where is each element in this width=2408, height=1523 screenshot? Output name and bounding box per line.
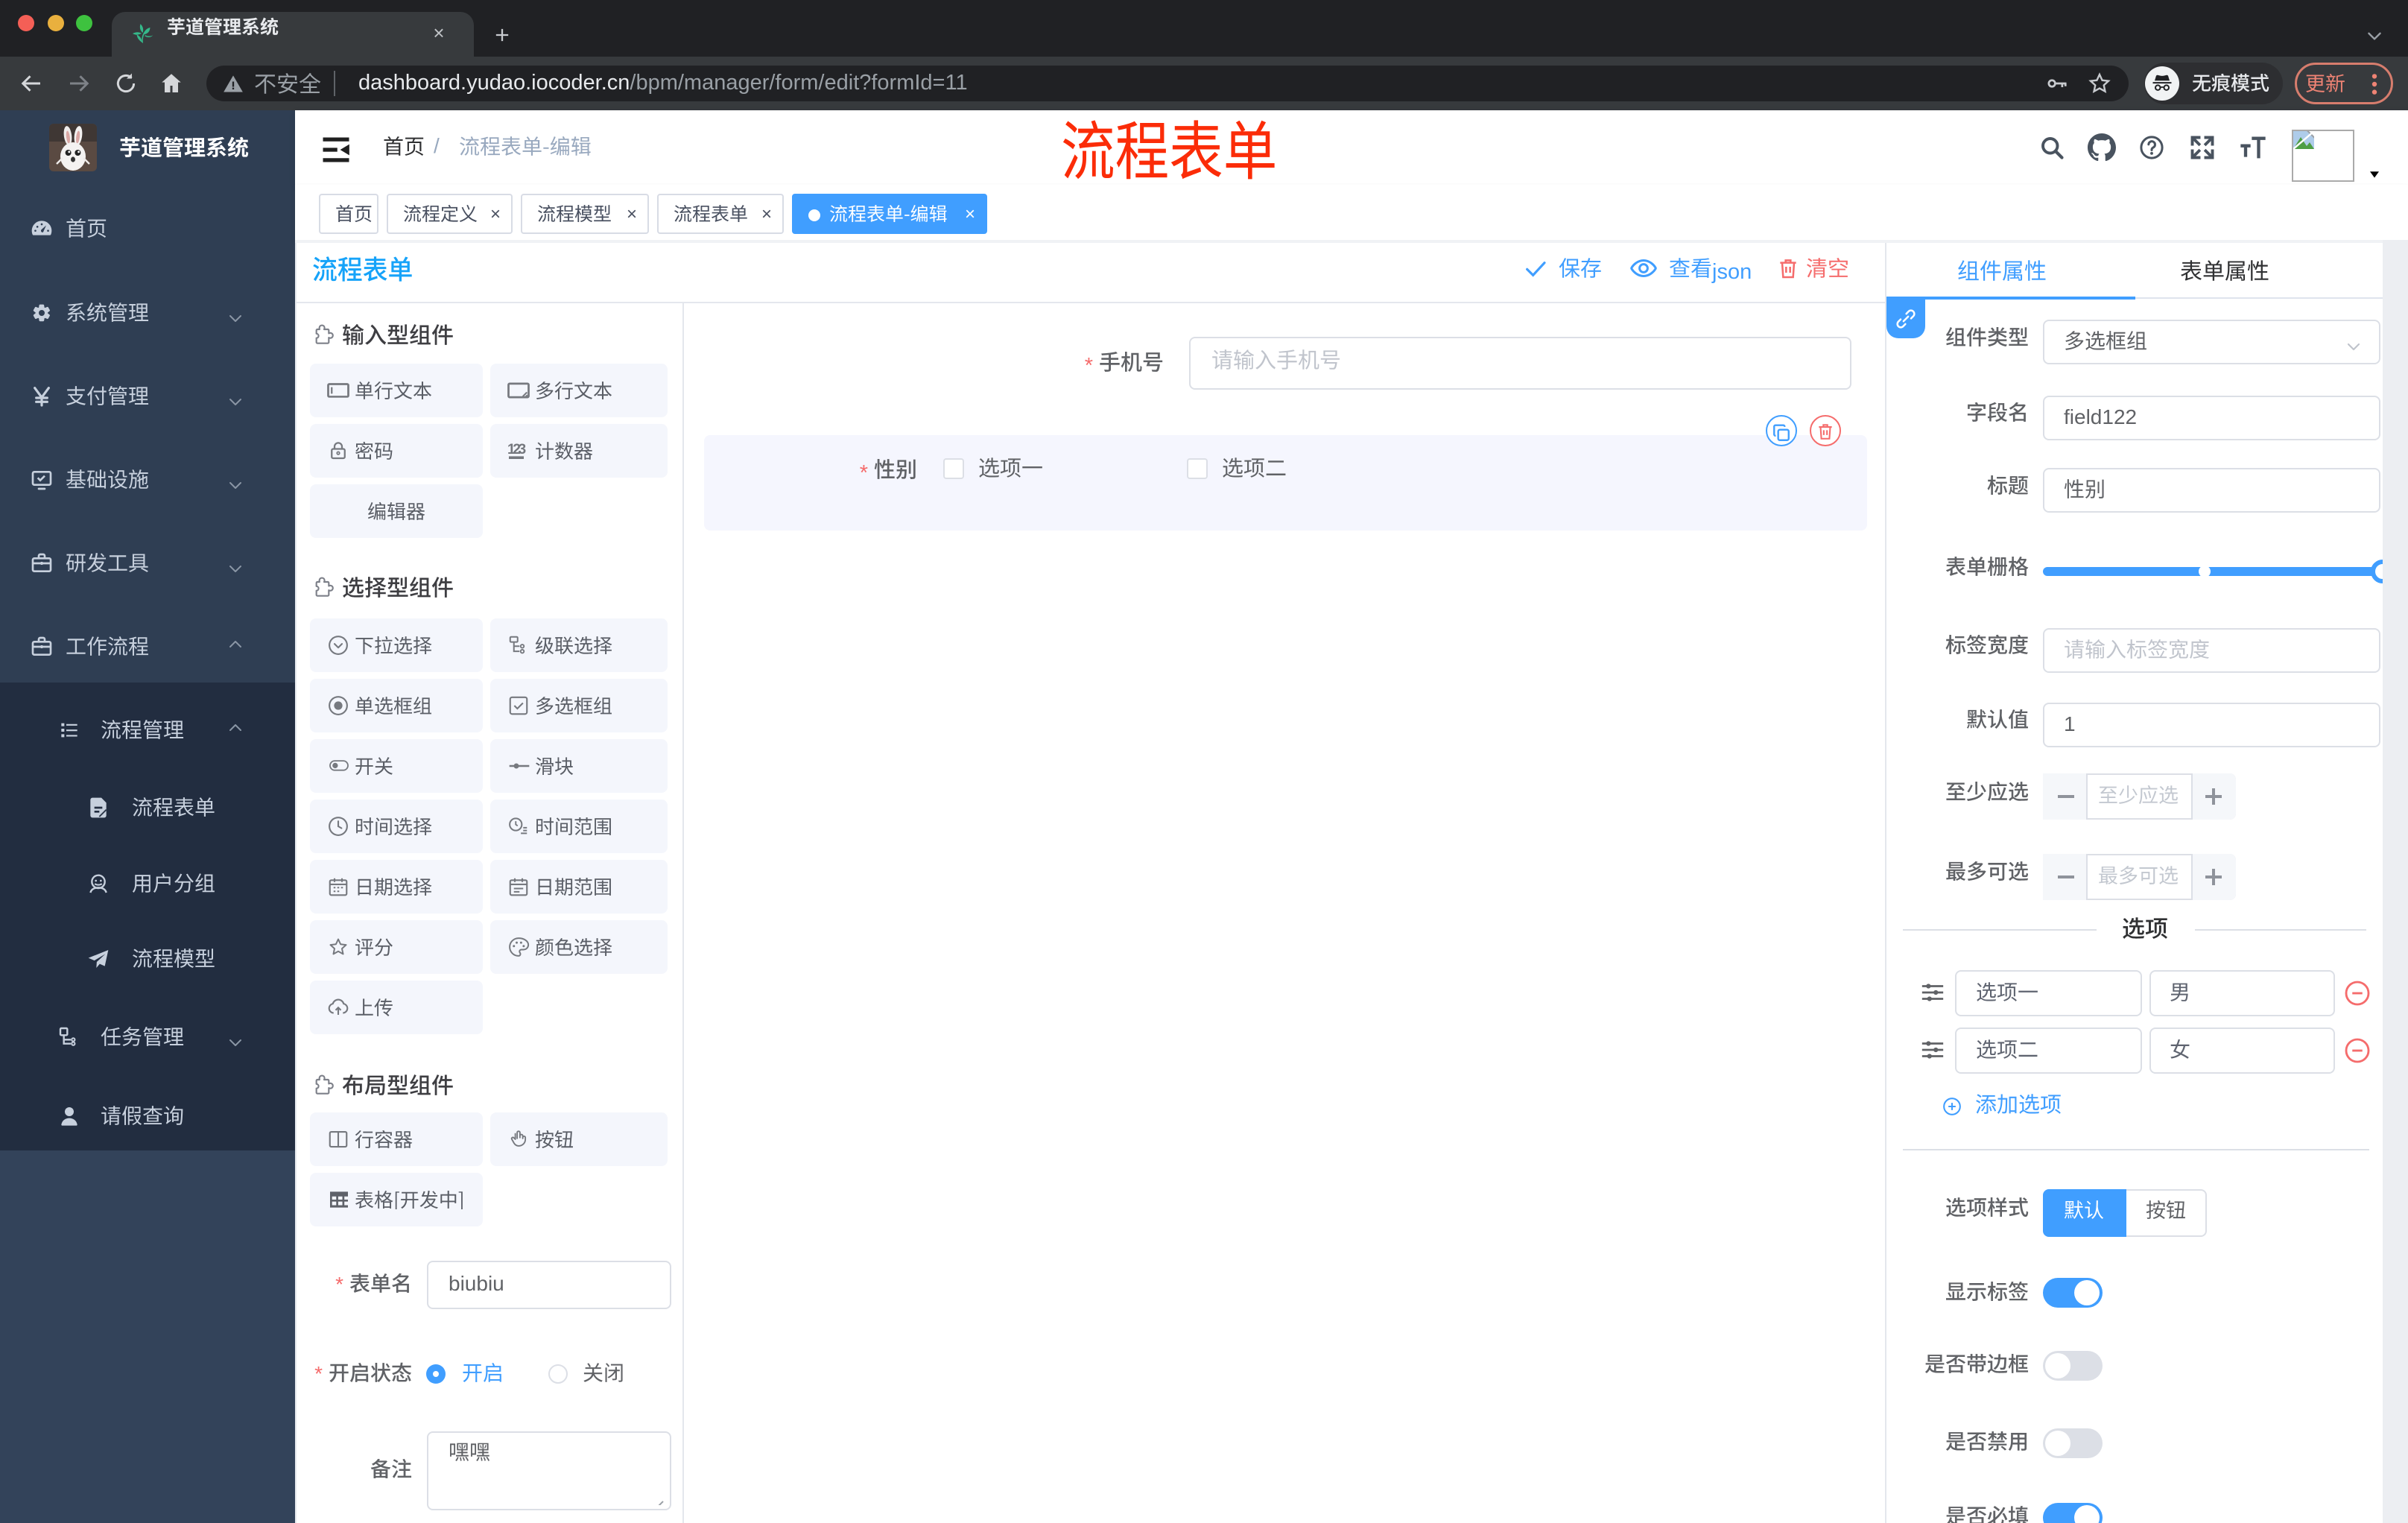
svg-text:123: 123: [507, 443, 526, 457]
